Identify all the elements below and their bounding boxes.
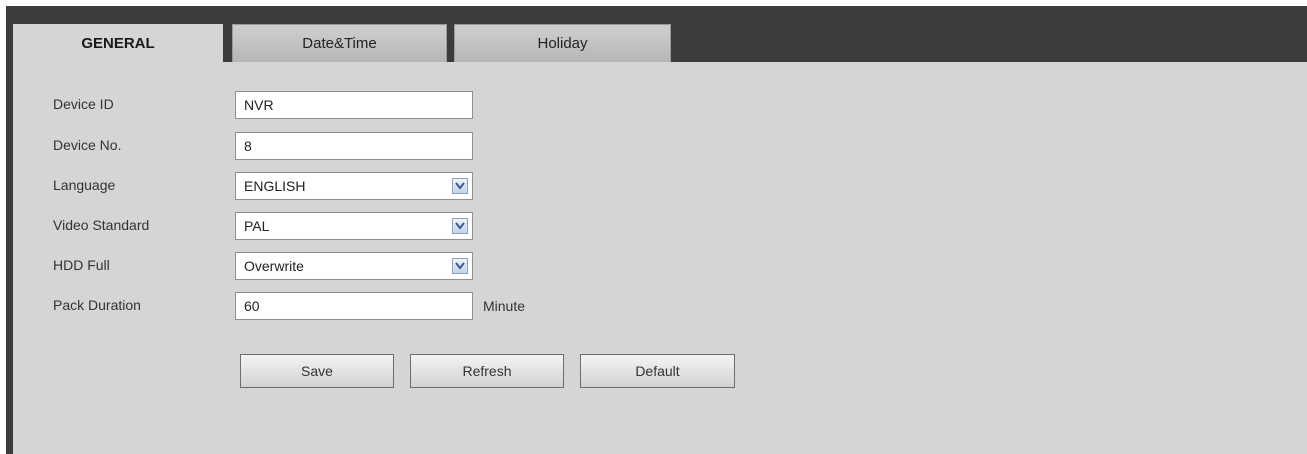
tab-general-label: GENERAL: [81, 34, 155, 52]
save-button[interactable]: Save: [240, 354, 394, 388]
pack-duration-field[interactable]: 60: [235, 292, 473, 320]
default-button[interactable]: Default: [580, 354, 735, 388]
chevron-down-icon[interactable]: [452, 258, 468, 274]
device-id-field[interactable]: NVR: [235, 91, 473, 119]
device-id-label: Device ID: [53, 96, 114, 112]
general-settings-panel: Device ID NVR Device No. 8 Language ENGL…: [13, 62, 1307, 454]
chevron-down-icon[interactable]: [452, 178, 468, 194]
hdd-full-row: HDD Full Overwrite: [13, 252, 613, 280]
tab-date-time[interactable]: Date&Time: [232, 24, 447, 62]
pack-duration-unit: Minute: [483, 298, 526, 314]
language-value: ENGLISH: [244, 178, 306, 194]
video-standard-label: Video Standard: [53, 217, 150, 233]
device-no-label: Device No.: [53, 137, 122, 153]
hdd-full-label: HDD Full: [53, 257, 110, 273]
hdd-full-value: Overwrite: [244, 258, 304, 274]
hdd-full-select[interactable]: Overwrite: [235, 252, 473, 280]
video-standard-select[interactable]: PAL: [235, 212, 473, 240]
tab-general[interactable]: GENERAL: [13, 24, 223, 62]
device-id-row: Device ID NVR: [13, 91, 613, 119]
tab-date-time-label: Date&Time: [302, 35, 377, 52]
tab-holiday-label: Holiday: [537, 35, 588, 52]
refresh-button[interactable]: Refresh: [410, 354, 564, 388]
language-label: Language: [53, 177, 116, 193]
pack-duration-label: Pack Duration: [53, 297, 141, 313]
pack-duration-row: Pack Duration 60 Minute: [13, 292, 613, 320]
language-row: Language ENGLISH: [13, 172, 613, 200]
device-no-field[interactable]: 8: [235, 132, 473, 160]
device-no-row: Device No. 8: [13, 132, 613, 160]
video-standard-value: PAL: [244, 218, 270, 234]
tab-holiday[interactable]: Holiday: [454, 24, 671, 62]
video-standard-row: Video Standard PAL: [13, 212, 613, 240]
language-select[interactable]: ENGLISH: [235, 172, 473, 200]
tab-bar: GENERAL Date&Time Holiday: [6, 6, 1307, 62]
settings-window: GENERAL Date&Time Holiday Device ID NVR …: [6, 6, 1307, 454]
chevron-down-icon[interactable]: [452, 218, 468, 234]
